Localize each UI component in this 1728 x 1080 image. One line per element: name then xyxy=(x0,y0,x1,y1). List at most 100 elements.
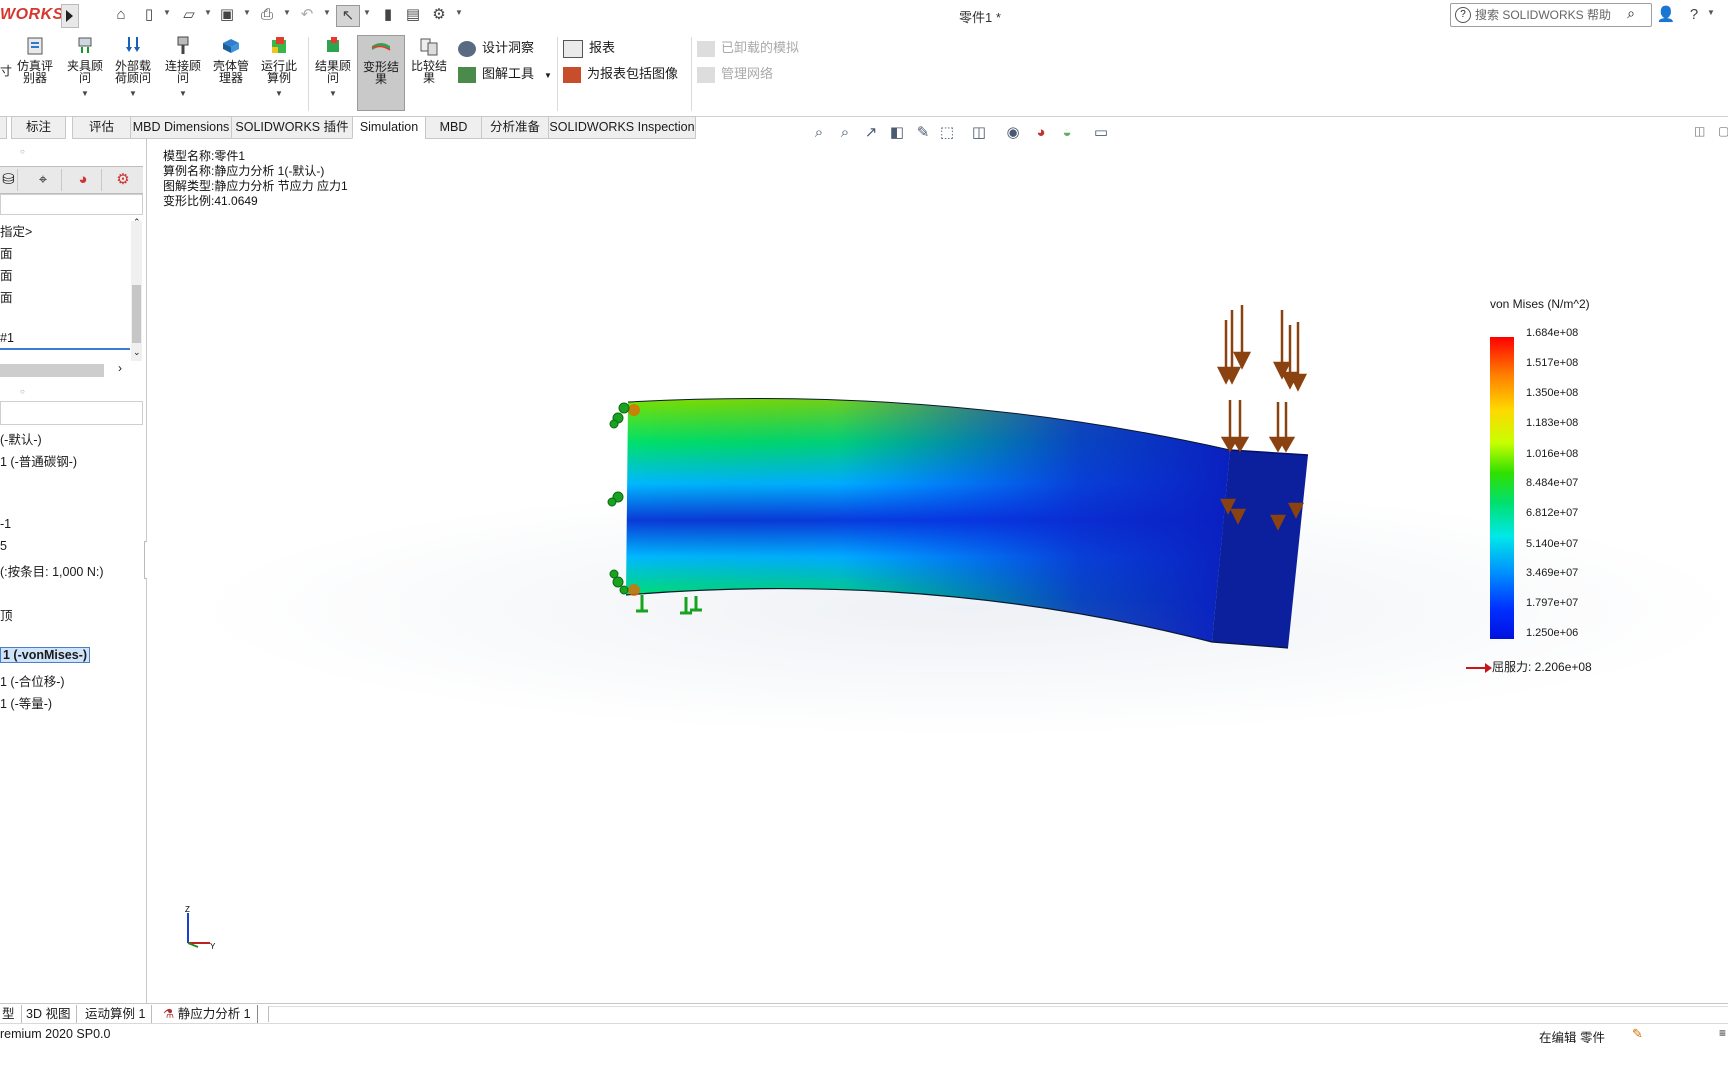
tab-simulation[interactable]: Simulation xyxy=(352,116,426,139)
panel-splitter-handle[interactable]: ○ xyxy=(20,147,25,156)
zoom-to-area-icon[interactable]: ⌕ xyxy=(834,122,856,144)
include-image-for-report-button[interactable]: 为报表包括图像 xyxy=(563,64,678,84)
help-icon[interactable]: ? xyxy=(1683,5,1705,25)
view-orientation-icon[interactable]: ⬚ xyxy=(936,122,958,144)
save-dropdown-icon[interactable]: ▼ xyxy=(243,8,251,17)
tree-item-stress-vonmises[interactable]: 1 (-vonMises-) xyxy=(0,647,91,663)
cut-off-command[interactable]: 寸 xyxy=(0,35,12,77)
print-icon[interactable]: ⎙ xyxy=(256,5,278,25)
tab-motion-study[interactable]: 运动算例 1 xyxy=(79,1005,153,1023)
solidworks-logo[interactable]: WORKS xyxy=(0,6,64,24)
tab-solidworks-inspection[interactable]: SOLIDWORKS Inspection xyxy=(548,116,696,139)
help-question-icon[interactable]: ? xyxy=(1455,7,1471,23)
simulation-evaluator-button[interactable]: 仿真评 别器 xyxy=(12,35,58,84)
previous-view-icon[interactable]: ↗ xyxy=(860,122,882,144)
file-properties-icon[interactable]: ▤ xyxy=(402,5,424,25)
section-view-icon[interactable]: ◧ xyxy=(886,122,908,144)
viewport-restore-icon[interactable]: ◫ xyxy=(1694,124,1705,138)
rebuild-traffic-light-icon[interactable]: ▮ xyxy=(377,5,399,25)
user-account-icon[interactable]: 👤 xyxy=(1655,5,1677,25)
tree-filter-input[interactable] xyxy=(0,194,143,215)
horizontal-scrollbar-thumb[interactable] xyxy=(0,364,104,377)
tab-mbd[interactable]: MBD xyxy=(425,116,482,139)
external-loads-advisor-button[interactable]: 外部载 荷顾问 ▼ xyxy=(110,35,156,98)
options-gear-icon[interactable]: ⚙ xyxy=(428,5,450,25)
report-button[interactable]: 报表 xyxy=(563,38,615,58)
apply-scene-icon[interactable]: ◒ xyxy=(1056,122,1078,144)
viewport-maximize-icon[interactable]: ▢ xyxy=(1718,124,1728,138)
scroll-down-icon[interactable]: ⌄ xyxy=(133,347,141,358)
tree-item-strain[interactable]: 1 (-等量-) xyxy=(0,693,52,712)
tree-scrollbar-thumb[interactable] xyxy=(132,285,141,343)
bottom-tab-scroll-area[interactable] xyxy=(268,1006,1728,1022)
tree-item-plane-2[interactable]: 面 xyxy=(0,265,13,284)
zoom-to-fit-icon[interactable]: ⌕ xyxy=(808,122,830,144)
deformed-beam-model[interactable] xyxy=(590,290,1340,670)
select-cursor-icon[interactable]: ↖ xyxy=(336,5,360,27)
tab-cut-off[interactable] xyxy=(0,116,7,139)
open-folder-icon[interactable]: ▱ xyxy=(178,5,200,25)
help-search-box[interactable]: ? ⌕ xyxy=(1450,3,1652,27)
tab-analysis-prep[interactable]: 分析准备 xyxy=(481,116,549,139)
tab-static-study[interactable]: ⚗ 静应力分析 1 xyxy=(157,1005,258,1023)
tree-item-external-loads[interactable]: 5 xyxy=(0,539,7,553)
compare-results-button[interactable]: 比较结 果 xyxy=(406,35,452,84)
view-settings-icon[interactable]: ▭ xyxy=(1090,122,1112,144)
simulation-manager-tab-icon[interactable]: ⚙ xyxy=(105,169,141,191)
tree-item-plane-1[interactable]: 面 xyxy=(0,243,13,262)
run-study-button[interactable]: 运行此 算例 ▼ xyxy=(256,35,302,98)
tab-solidworks-addins[interactable]: SOLIDWORKS 插件 xyxy=(231,116,353,139)
tab-3d-view[interactable]: 3D 视图 xyxy=(20,1005,78,1023)
home-icon[interactable]: ⌂ xyxy=(110,5,132,25)
shell-manager-button[interactable]: 壳体管 理器 xyxy=(208,35,254,84)
results-advisor-button[interactable]: 结果顾 问 ▼ xyxy=(310,35,356,98)
scroll-right-icon[interactable]: › xyxy=(118,361,122,375)
tree-item-displacement[interactable]: 1 (-合位移-) xyxy=(0,671,65,690)
tab-mbd-dimensions[interactable]: MBD Dimensions xyxy=(130,116,232,139)
print-dropdown-icon[interactable]: ▼ xyxy=(283,8,291,17)
tree-item-study-default[interactable]: (-默认-) xyxy=(0,429,42,448)
unloaded-simulations-button[interactable]: 已卸载的模拟 xyxy=(697,38,799,58)
new-dropdown-icon[interactable]: ▼ xyxy=(163,8,171,17)
simulation-tree-filter-input[interactable] xyxy=(0,401,143,425)
dimxpert-manager-tab-icon[interactable]: ⌖ xyxy=(25,169,62,191)
tree-item-force[interactable]: (:按条目: 1,000 N:) xyxy=(0,561,104,580)
feature-manager-tab-icon[interactable]: ⛁ xyxy=(0,169,18,191)
display-manager-tab-icon[interactable]: ◕ xyxy=(65,169,102,191)
help-dropdown-icon[interactable]: ▼ xyxy=(1707,8,1715,17)
plot-tools-button[interactable]: 图解工具 ▼ xyxy=(458,64,552,84)
open-dropdown-icon[interactable]: ▼ xyxy=(204,8,212,17)
tree-item-unspecified[interactable]: 指定> xyxy=(0,221,32,240)
undo-dropdown-icon[interactable]: ▼ xyxy=(323,8,331,17)
rebuild-status-icon[interactable]: ✎ xyxy=(1632,1026,1643,1042)
help-search-input[interactable] xyxy=(1473,6,1617,24)
panel-splitter-handle-2[interactable]: ○ xyxy=(20,387,25,396)
menu-expand-arrow-icon[interactable] xyxy=(61,4,79,28)
options-dropdown-icon[interactable]: ▼ xyxy=(455,8,463,17)
tab-markup[interactable]: 标注 xyxy=(11,116,66,139)
connections-advisor-button[interactable]: 连接顾 问 ▼ xyxy=(160,35,206,98)
hide-show-items-icon[interactable]: ◉ xyxy=(1002,122,1024,144)
scroll-up-icon[interactable]: ⌃ xyxy=(133,217,141,228)
undo-icon[interactable]: ↶ xyxy=(296,5,318,25)
tree-item-part[interactable]: #1 xyxy=(0,331,14,345)
new-document-icon[interactable]: ▯ xyxy=(138,5,160,25)
design-insight-button[interactable]: 设计洞察 xyxy=(458,38,534,58)
tree-item-fixture[interactable]: -1 xyxy=(0,517,11,531)
select-dropdown-icon[interactable]: ▼ xyxy=(363,8,371,17)
tree-item-material[interactable]: 1 (-普通碳钢-) xyxy=(0,451,77,470)
dynamic-annotation-icon[interactable]: ✎ xyxy=(912,122,934,144)
edit-appearance-icon[interactable]: ◕ xyxy=(1030,122,1052,144)
tree-item-plane-3[interactable]: 面 xyxy=(0,287,13,306)
deformed-result-button[interactable]: 变形结 果 xyxy=(357,35,405,111)
status-unit-icon[interactable]: ≡ xyxy=(1719,1026,1726,1040)
save-icon[interactable]: ▣ xyxy=(216,5,238,25)
tab-model[interactable]: 型 xyxy=(0,1005,22,1023)
external-load-icon xyxy=(126,37,140,52)
search-icon[interactable]: ⌕ xyxy=(1627,5,1635,22)
fixtures-advisor-button[interactable]: 夹具顾 问 ▼ xyxy=(62,35,108,98)
tree-item-mesh[interactable]: 顶 xyxy=(0,605,13,624)
tab-evaluate[interactable]: 评估 xyxy=(72,116,131,139)
manage-network-button[interactable]: 管理网络 xyxy=(697,64,773,84)
display-style-icon[interactable]: ◫ xyxy=(968,122,990,144)
